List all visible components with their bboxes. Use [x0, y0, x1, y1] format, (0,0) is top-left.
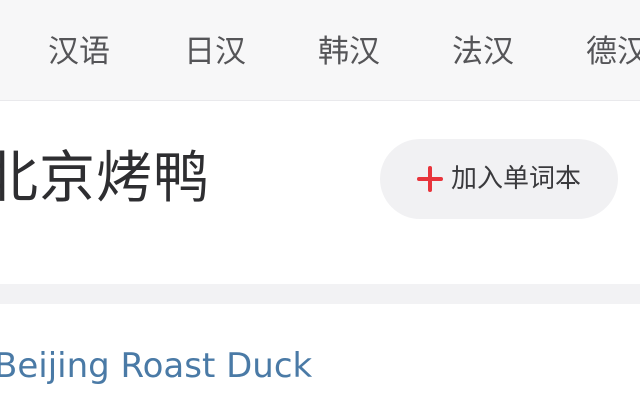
tab-german-chinese[interactable]: 德汉	[586, 30, 640, 74]
tab-korean-chinese[interactable]: 韩汉	[318, 30, 380, 74]
headword-section: 北京烤鸭 加入单词本	[0, 101, 640, 284]
tab-french-chinese[interactable]: 法汉	[452, 30, 514, 74]
add-to-wordbook-button[interactable]: 加入单词本	[380, 139, 618, 219]
dictionary-page: 汉语 日汉 韩汉 法汉 德汉 北京烤鸭 加入单词本 Beijing Roast …	[0, 0, 640, 420]
plus-icon	[416, 166, 443, 192]
translation-text[interactable]: Beijing Roast Duck	[0, 342, 312, 390]
headword-title: 北京烤鸭	[0, 146, 210, 211]
translation-section: Beijing Roast Duck	[0, 304, 640, 420]
add-to-wordbook-label: 加入单词本	[450, 164, 581, 194]
tab-japanese-chinese[interactable]: 日汉	[184, 30, 246, 74]
section-divider	[0, 284, 640, 304]
tab-chinese[interactable]: 汉语	[48, 30, 110, 74]
language-tab-bar: 汉语 日汉 韩汉 法汉 德汉	[0, 0, 640, 101]
